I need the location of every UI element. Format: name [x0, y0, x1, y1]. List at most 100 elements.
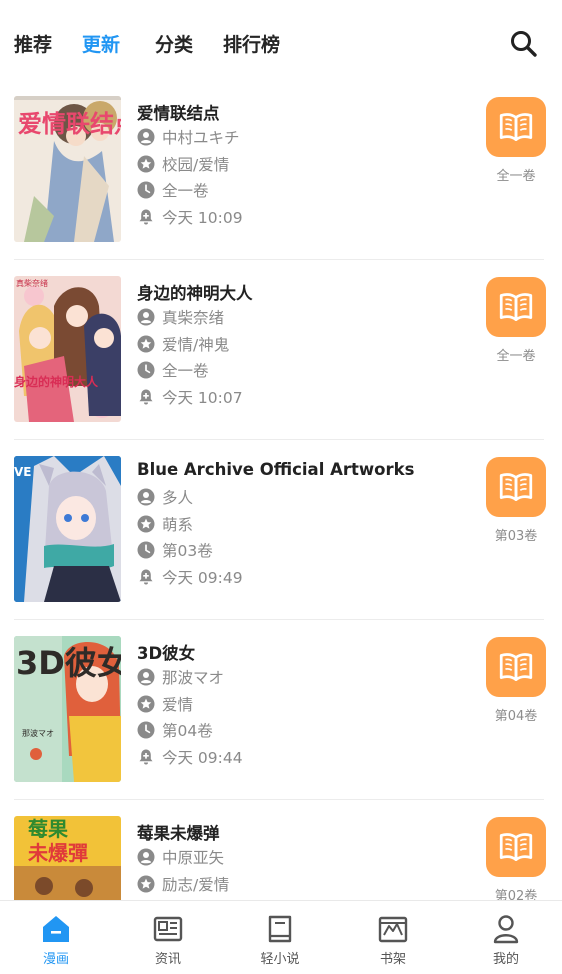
svg-text:未爆彈: 未爆彈: [28, 841, 88, 865]
comic-title: 3D彼女: [137, 644, 196, 663]
open-book-icon: [497, 108, 535, 146]
bell-icon: [137, 208, 155, 226]
update-time-row: 今天 09:49: [137, 565, 243, 589]
tab-rankings[interactable]: 排行榜: [223, 30, 280, 57]
clock-icon: [137, 721, 155, 739]
nav-label: 资讯: [154, 952, 181, 967]
comic-volume: 全一卷: [162, 362, 209, 380]
list-item[interactable]: 爱情联结点 爱情联结点 中村ユキチ 校园/爱情 全一卷 今天 10:09 全一卷: [0, 80, 562, 260]
latest-volume-label: 全一卷: [496, 169, 536, 184]
update-time: 今天 10:09: [162, 209, 243, 227]
comic-title: 莓果未爆弹: [137, 824, 220, 843]
comic-volume: 第03卷: [162, 542, 213, 560]
nav-news[interactable]: 资讯: [112, 901, 224, 974]
latest-volume-label: 第02卷: [494, 889, 538, 900]
cover-image: 莓果 未爆彈: [14, 816, 121, 900]
author-row: 多人: [137, 485, 193, 509]
list-item[interactable]: 莓果 未爆彈 莓果未爆弹 中原亚矢 励志/爱情 第02卷: [0, 800, 562, 900]
author-name: 中原亚矢: [162, 849, 225, 867]
top-tab-bar: 推荐 更新 分类 排行榜: [0, 0, 562, 86]
read-button[interactable]: [486, 637, 546, 697]
update-time-row: 今天 10:09: [137, 205, 243, 229]
nav-label: 轻小说: [260, 952, 300, 967]
nav-label: 书架: [379, 952, 406, 967]
list-item[interactable]: 3D彼女 那波マオ 3D彼女 那波マオ 爱情 第04卷 今天 09:44 第04…: [0, 620, 562, 800]
read-button[interactable]: [486, 817, 546, 877]
open-book-icon: [497, 648, 535, 686]
volume-row: 全一卷: [137, 178, 209, 202]
tags-row: 爱情: [137, 692, 193, 716]
svg-text:爱情联结点: 爱情联结点: [18, 110, 121, 138]
clock-icon: [137, 181, 155, 199]
nav-bookshelf[interactable]: 书架: [337, 901, 449, 974]
volume-row: 第04卷: [137, 718, 213, 742]
author-row: 中村ユキチ: [137, 125, 240, 149]
book-icon: [268, 915, 292, 943]
tab-updates[interactable]: 更新: [82, 30, 120, 57]
search-button[interactable]: [508, 28, 540, 60]
comic-tags: 励志/爱情: [162, 876, 230, 894]
star-icon: [137, 695, 155, 713]
profile-icon: [493, 915, 519, 944]
comic-title: 身边的神明大人: [137, 284, 253, 303]
update-time-row: 今天 10:07: [137, 385, 243, 409]
star-icon: [137, 155, 155, 173]
clock-icon: [137, 541, 155, 559]
star-icon: [137, 335, 155, 353]
star-icon: [137, 515, 155, 533]
cover-image: VE: [14, 456, 121, 602]
bell-icon: [137, 388, 155, 406]
news-icon: [153, 916, 183, 942]
latest-volume-label: 全一卷: [496, 349, 536, 364]
cover-image: 爱情联结点: [14, 96, 121, 242]
tags-row: 爱情/神鬼: [137, 332, 229, 356]
home-icon: [43, 916, 69, 942]
comic-update-list[interactable]: 爱情联结点 爱情联结点 中村ユキチ 校园/爱情 全一卷 今天 10:09 全一卷: [0, 80, 562, 900]
comic-title: 爱情联结点: [137, 104, 220, 123]
svg-text:莓果: 莓果: [28, 817, 68, 841]
read-button[interactable]: [486, 277, 546, 337]
bookshelf-icon: [378, 916, 408, 943]
open-book-icon: [497, 468, 535, 506]
nav-comics[interactable]: 漫画: [0, 901, 112, 974]
comic-tags: 校园/爱情: [162, 156, 230, 174]
svg-text:身边的神明大人: 身边的神明大人: [14, 374, 99, 389]
user-icon: [137, 308, 155, 326]
list-item[interactable]: VE Blue Archive Official Artworks 多人 萌系 …: [0, 440, 562, 620]
nav-light-novel[interactable]: 轻小说: [224, 901, 336, 974]
latest-volume-label: 第04卷: [494, 709, 538, 724]
comic-title: Blue Archive Official Artworks: [137, 460, 415, 479]
list-item[interactable]: 真柴奈绪 身边的神明大人 身边的神明大人 真柴奈绪 爱情/神鬼 全一卷 今天 1…: [0, 260, 562, 440]
latest-volume-label: 第03卷: [494, 529, 538, 544]
user-icon: [137, 488, 155, 506]
volume-row: 全一卷: [137, 358, 209, 382]
comic-tags: 萌系: [162, 516, 194, 534]
author-row: 真柴奈绪: [137, 305, 224, 329]
update-time: 今天 10:07: [162, 389, 243, 407]
user-icon: [137, 848, 155, 866]
svg-text:真柴奈绪: 真柴奈绪: [16, 278, 48, 288]
nav-label: 我的: [492, 952, 519, 967]
user-icon: [137, 668, 155, 686]
tab-categories[interactable]: 分类: [155, 30, 193, 57]
open-book-icon: [497, 828, 535, 866]
update-time-row: 今天 09:44: [137, 745, 243, 769]
author-name: 真柴奈绪: [162, 309, 225, 327]
comic-volume: 第04卷: [162, 722, 213, 740]
svg-text:那波マオ: 那波マオ: [22, 728, 54, 738]
tab-recommend[interactable]: 推荐: [14, 30, 52, 57]
read-button[interactable]: [486, 97, 546, 157]
read-button[interactable]: [486, 457, 546, 517]
update-time: 今天 09:49: [162, 569, 243, 587]
volume-row: 第03卷: [137, 538, 213, 562]
comic-volume: 全一卷: [162, 182, 209, 200]
cover-image: 真柴奈绪 身边的神明大人: [14, 276, 121, 422]
author-name: 多人: [162, 489, 194, 507]
bell-icon: [137, 748, 155, 766]
bell-icon: [137, 568, 155, 586]
author-row: 中原亚矢: [137, 845, 224, 869]
author-row: 那波マオ: [137, 665, 224, 689]
nav-label: 漫画: [42, 952, 69, 967]
svg-text:3D彼女: 3D彼女: [16, 644, 121, 682]
nav-profile[interactable]: 我的: [450, 901, 562, 974]
